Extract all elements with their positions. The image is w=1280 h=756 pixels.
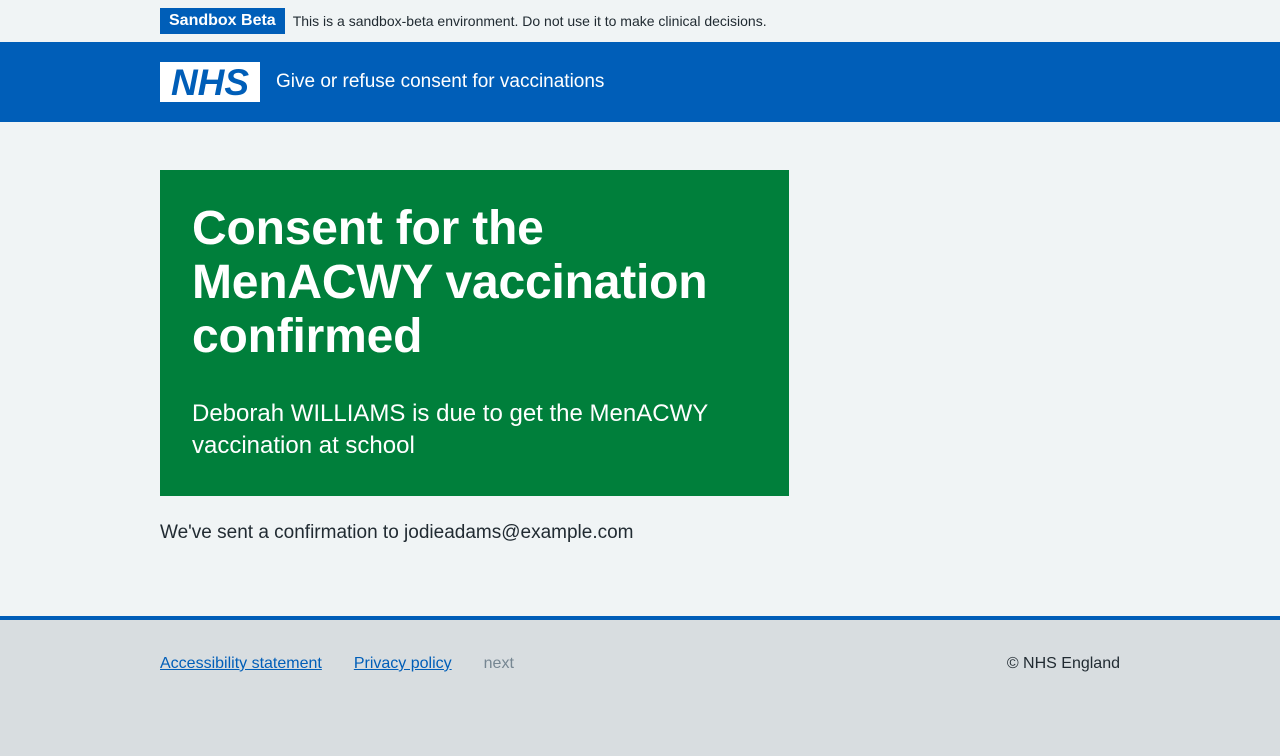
environment-message: This is a sandbox-beta environment. Do n…	[292, 13, 767, 29]
privacy-policy-link[interactable]: Privacy policy	[354, 655, 452, 673]
copyright: © NHS England	[1006, 655, 1120, 672]
accessibility-statement-link[interactable]: Accessibility statement	[160, 655, 322, 673]
nhs-logo[interactable]: NHS	[160, 62, 260, 102]
nhs-logo-text: NHS	[171, 64, 249, 100]
environment-banner: Sandbox Beta This is a sandbox-beta envi…	[0, 0, 1280, 42]
service-name[interactable]: Give or refuse consent for vaccinations	[276, 71, 604, 93]
panel-body: Deborah WILLIAMS is due to get the MenAC…	[192, 400, 708, 459]
main-content: Consent for the MenACWY vaccination conf…	[0, 122, 1280, 616]
sandbox-beta-tag: Sandbox Beta	[160, 7, 285, 34]
panel-title: Consent for the MenACWY vaccination conf…	[192, 202, 708, 363]
nhs-logo-icon: NHS	[164, 64, 256, 100]
site-header: NHS Give or refuse consent for vaccinati…	[0, 42, 1280, 122]
site-footer: Accessibility statement Privacy policy n…	[0, 616, 1280, 756]
confirmation-email-text: We've sent a confirmation to jodieadams@…	[160, 522, 634, 543]
confirmation-panel: Consent for the MenACWY vaccination conf…	[160, 170, 789, 496]
version-label: next	[483, 655, 514, 672]
